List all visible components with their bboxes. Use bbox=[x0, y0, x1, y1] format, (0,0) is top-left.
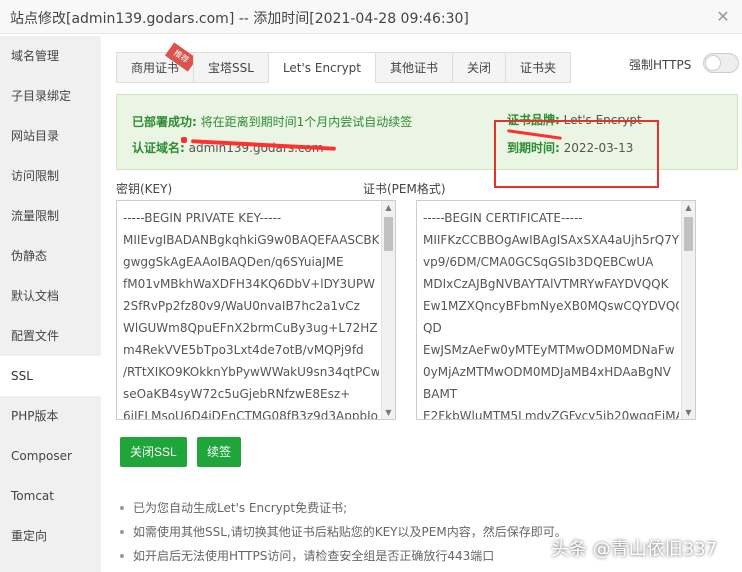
scroll-thumb[interactable] bbox=[684, 217, 693, 251]
scroll-up-icon[interactable]: ▲ bbox=[382, 201, 395, 214]
scroll-up-icon[interactable]: ▲ bbox=[682, 201, 695, 214]
sidebar-item-composer[interactable]: Composer bbox=[0, 436, 101, 476]
key-line: WlGUWm8QpuEFnX2brmCuBy3ug+L72HZ bbox=[123, 321, 378, 335]
cert-line: -----BEGIN CERTIFICATE----- bbox=[423, 211, 583, 225]
tab-close[interactable]: 关闭 bbox=[452, 52, 506, 83]
tab-cert-folder[interactable]: 证书夹 bbox=[505, 52, 572, 83]
domain-key: 认证域名: bbox=[132, 141, 185, 155]
sidebar-item-traffic-limit[interactable]: 流量限制 bbox=[0, 196, 101, 236]
cert-textarea[interactable]: -----BEGIN CERTIFICATE----- MIIFKzCCBBOg… bbox=[416, 200, 696, 420]
scroll-thumb[interactable] bbox=[384, 217, 393, 251]
toggle-knob bbox=[705, 55, 721, 71]
key-line: -----BEGIN PRIVATE KEY----- bbox=[123, 211, 282, 225]
watermark: 头条 @青山依旧337 bbox=[551, 539, 718, 560]
cert-label: 证书(PEM格式) bbox=[363, 182, 446, 196]
sidebar-item-rewrite[interactable]: 伪静态 bbox=[0, 236, 101, 276]
cert-line: EwJSMzAeFw0yMTEyMTMwODM0MDNaFw bbox=[423, 343, 675, 357]
tab-lets-encrypt[interactable]: Let's Encrypt bbox=[267, 52, 376, 83]
main-panel: 商用证书 推荐 宝塔SSL Let's Encrypt 其他证书 关闭 证书夹 … bbox=[101, 36, 742, 572]
sidebar-item-root-dir[interactable]: 网站目录 bbox=[0, 116, 101, 156]
key-scrollbar[interactable]: ▲ ▼ bbox=[381, 201, 395, 419]
close-icon[interactable]: ✕ bbox=[714, 8, 732, 26]
scroll-down-icon[interactable]: ▼ bbox=[382, 406, 395, 419]
status-value: 将在距离到期时间1个月内尝试自动续签 bbox=[200, 115, 413, 129]
force-https-toggle[interactable] bbox=[703, 53, 739, 73]
key-line: gwggSkAgEAAoIBAQDen/q6SYuiaJME bbox=[123, 255, 344, 269]
tip-item: 已为您自动生成Let's Encrypt免费证书; bbox=[115, 496, 715, 520]
sidebar-item-access-limit[interactable]: 访问限制 bbox=[0, 156, 101, 196]
cert-line: 0yMjAzMTMwODM0MDJaMB4xHDAaBgNV bbox=[423, 365, 671, 379]
key-label: 密钥(KEY) bbox=[116, 182, 173, 196]
renew-button[interactable]: 续签 bbox=[197, 437, 242, 467]
sidebar-item-domain[interactable]: 域名管理 bbox=[0, 36, 101, 76]
annotation-highlight-box bbox=[494, 120, 659, 188]
status-row: 已部署成功: 将在距离到期时间1个月内尝试自动续签 bbox=[132, 113, 412, 130]
key-line: 2SfRvPp2fz80v9/WaU0nvaIB7hc2a1vCz bbox=[123, 299, 360, 313]
key-line: seOaKB4syW72c5uGjebRNfzwE8Esz+ bbox=[123, 387, 351, 401]
sidebar-item-subdir[interactable]: 子目录绑定 bbox=[0, 76, 101, 116]
cert-line: E2FkbWluMTM5LmdvZGFycy5jb20wggEiMA bbox=[423, 409, 679, 420]
redaction-dot bbox=[181, 137, 187, 143]
key-line: 6jIFLMsoU6D4iDEnCTMG08fB3z9d3AppbIo bbox=[123, 409, 378, 420]
tab-other-cert[interactable]: 其他证书 bbox=[375, 52, 453, 83]
scroll-down-icon[interactable]: ▼ bbox=[682, 406, 695, 419]
status-key: 已部署成功: bbox=[132, 115, 197, 129]
key-line: m4RekVVE5bTpo3Lxt4de7otB/vMQPj9fd bbox=[123, 343, 364, 357]
sidebar: 域名管理 子目录绑定 网站目录 访问限制 流量限制 伪静态 默认文档 配置文件 … bbox=[0, 36, 101, 572]
key-textarea[interactable]: -----BEGIN PRIVATE KEY----- MIIEvgIBADAN… bbox=[116, 200, 396, 420]
cert-line: MDIxCzAJBgNVBAYTAlVTMRYwFAYDVQQK bbox=[423, 277, 669, 291]
force-https-label: 强制HTTPS bbox=[629, 58, 692, 72]
cert-scrollbar[interactable]: ▲ ▼ bbox=[681, 201, 695, 419]
ssl-tabs: 商用证书 推荐 宝塔SSL Let's Encrypt 其他证书 关闭 证书夹 bbox=[116, 42, 572, 83]
key-line: MIIEvgIBADANBgkqhkiG9w0BAQEFAASCBK bbox=[123, 233, 379, 247]
key-line: fM01vMBkhWaXDFH34KQ6DbV+lDY3UPW bbox=[123, 277, 376, 291]
sidebar-item-config[interactable]: 配置文件 bbox=[0, 316, 101, 356]
sidebar-item-tomcat[interactable]: Tomcat bbox=[0, 476, 101, 516]
tab-label: 商用证书 bbox=[131, 61, 180, 75]
cert-line: vp9/6DM/CMA0GCSqGSIb3DQEBCwUA bbox=[423, 255, 654, 269]
cert-line: MIIFKzCCBBOgAwIBAgISAxSXA4aUjh5rQ7Y bbox=[423, 233, 679, 247]
cert-line: Ew1MZXQncyBFbmNyeXB0MQswCQYDVQQ bbox=[423, 299, 679, 313]
sidebar-item-ssl[interactable]: SSL bbox=[0, 356, 101, 396]
key-line: /RTtXIKO9KOkknYbPywWWakU9sn34qtPCw bbox=[123, 365, 379, 379]
close-ssl-button[interactable]: 关闭SSL bbox=[120, 437, 187, 467]
cert-line: BAMT bbox=[423, 387, 458, 401]
tab-bt-ssl[interactable]: 宝塔SSL bbox=[193, 52, 268, 83]
sidebar-item-redirect[interactable]: 重定向 bbox=[0, 516, 101, 556]
window-titlebar: 站点修改[admin139.godars.com] -- 添加时间[2021-0… bbox=[0, 0, 742, 34]
sidebar-item-default-doc[interactable]: 默认文档 bbox=[0, 276, 101, 316]
window-title: 站点修改[admin139.godars.com] -- 添加时间[2021-0… bbox=[10, 11, 469, 27]
tab-commercial-cert[interactable]: 商用证书 推荐 bbox=[116, 42, 198, 83]
cert-line: QD bbox=[423, 321, 442, 335]
sidebar-item-php-version[interactable]: PHP版本 bbox=[0, 396, 101, 436]
